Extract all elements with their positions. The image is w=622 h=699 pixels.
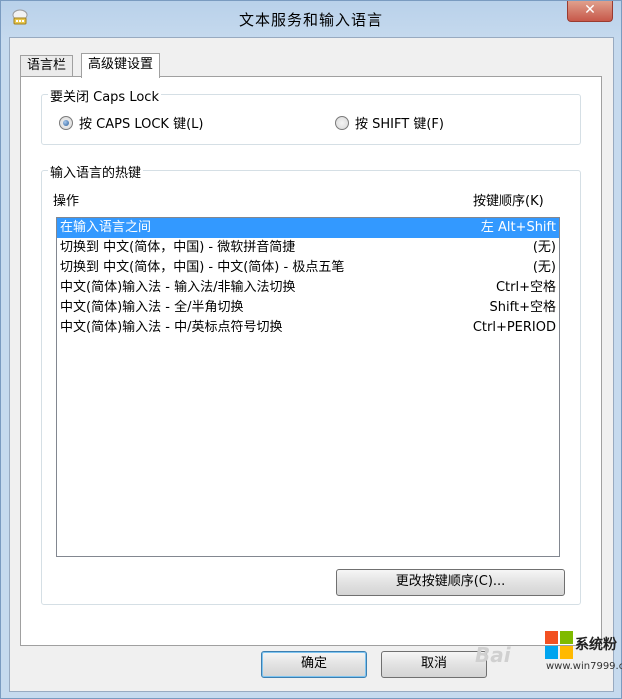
tab-language-bar[interactable]: 语言栏: [20, 55, 74, 77]
list-item-keys: (无): [532, 260, 556, 275]
list-item[interactable]: 中文(简体)输入法 - 中/英标点符号切换 Ctrl+PERIOD: [57, 318, 559, 338]
close-button[interactable]: ✕: [567, 1, 613, 22]
hotkeys-group-title: 输入语言的热键: [48, 162, 144, 181]
hotkeys-group: 输入语言的热键 操作 按键顺序(K) 在输入语言之间 左 Alt+Shift 切…: [41, 162, 581, 605]
radio-shift-option[interactable]: 按 SHIFT 键(F): [335, 113, 444, 132]
list-item-action: 切换到 中文(简体，中国) - 微软拼音简捷: [60, 240, 296, 255]
dialog-body: 语言栏 高级键设置 要关闭 Caps Lock 按 CAPS LOCK 键(L)…: [9, 37, 614, 692]
brand-text: 系统粉: [575, 637, 617, 653]
list-item[interactable]: 切换到 中文(简体，中国) - 微软拼音简捷 (无): [57, 238, 559, 258]
caps-lock-group: 要关闭 Caps Lock 按 CAPS LOCK 键(L) 按 SHIFT 键…: [41, 86, 581, 145]
list-item-action: 中文(简体)输入法 - 全/半角切换: [60, 300, 244, 315]
tab-panel: 要关闭 Caps Lock 按 CAPS LOCK 键(L) 按 SHIFT 键…: [20, 76, 602, 646]
list-item[interactable]: 在输入语言之间 左 Alt+Shift: [57, 218, 559, 238]
list-item-keys: 左 Alt+Shift: [480, 220, 556, 235]
radio-shift-label: 按 SHIFT 键(F): [355, 117, 444, 132]
change-key-sequence-button[interactable]: 更改按键顺序(C)...: [336, 569, 565, 596]
list-item-keys: (无): [532, 240, 556, 255]
ok-button[interactable]: 确定: [261, 651, 367, 678]
title-bar[interactable]: 文本服务和输入语言 ✕: [1, 1, 621, 37]
window-title: 文本服务和输入语言: [238, 11, 383, 29]
windows-logo-icon: [545, 631, 573, 659]
tab-advanced-key-settings[interactable]: 高级键设置: [81, 53, 161, 78]
list-item[interactable]: 中文(简体)输入法 - 全/半角切换 Shift+空格: [57, 298, 559, 318]
brand-url: www.win7999.com: [546, 661, 622, 672]
radio-button[interactable]: [335, 115, 349, 130]
radio-button-selected[interactable]: [59, 115, 73, 130]
list-item-action: 切换到 中文(简体，中国) - 中文(简体) - 极点五笔: [60, 260, 345, 275]
dialog-window: 文本服务和输入语言 ✕ 语言栏 高级键设置 要关闭 Caps Lock 按 CA…: [0, 0, 622, 699]
list-item-keys: Shift+空格: [489, 300, 556, 315]
column-header-key-sequence: 按键顺序(K): [473, 194, 544, 209]
close-icon: ✕: [584, 2, 596, 18]
caps-lock-group-title: 要关闭 Caps Lock: [48, 86, 161, 105]
radio-caps-lock-option[interactable]: 按 CAPS LOCK 键(L): [59, 113, 203, 132]
hotkey-list[interactable]: 在输入语言之间 左 Alt+Shift 切换到 中文(简体，中国) - 微软拼音…: [56, 217, 560, 557]
list-item-keys: Ctrl+PERIOD: [472, 320, 556, 335]
list-item-action: 中文(简体)输入法 - 中/英标点符号切换: [60, 320, 283, 335]
list-item[interactable]: 切换到 中文(简体，中国) - 中文(简体) - 极点五笔 (无): [57, 258, 559, 278]
list-item[interactable]: 中文(简体)输入法 - 输入法/非输入法切换 Ctrl+空格: [57, 278, 559, 298]
column-header-action: 操作: [53, 194, 80, 209]
list-item-action: 在输入语言之间: [60, 220, 152, 235]
list-item-action: 中文(简体)输入法 - 输入法/非输入法切换: [60, 280, 296, 295]
radio-caps-lock-label: 按 CAPS LOCK 键(L): [79, 117, 204, 132]
list-item-keys: Ctrl+空格: [495, 280, 556, 295]
baidu-watermark: Bai: [475, 643, 511, 667]
cancel-button[interactable]: 取消: [381, 651, 487, 678]
